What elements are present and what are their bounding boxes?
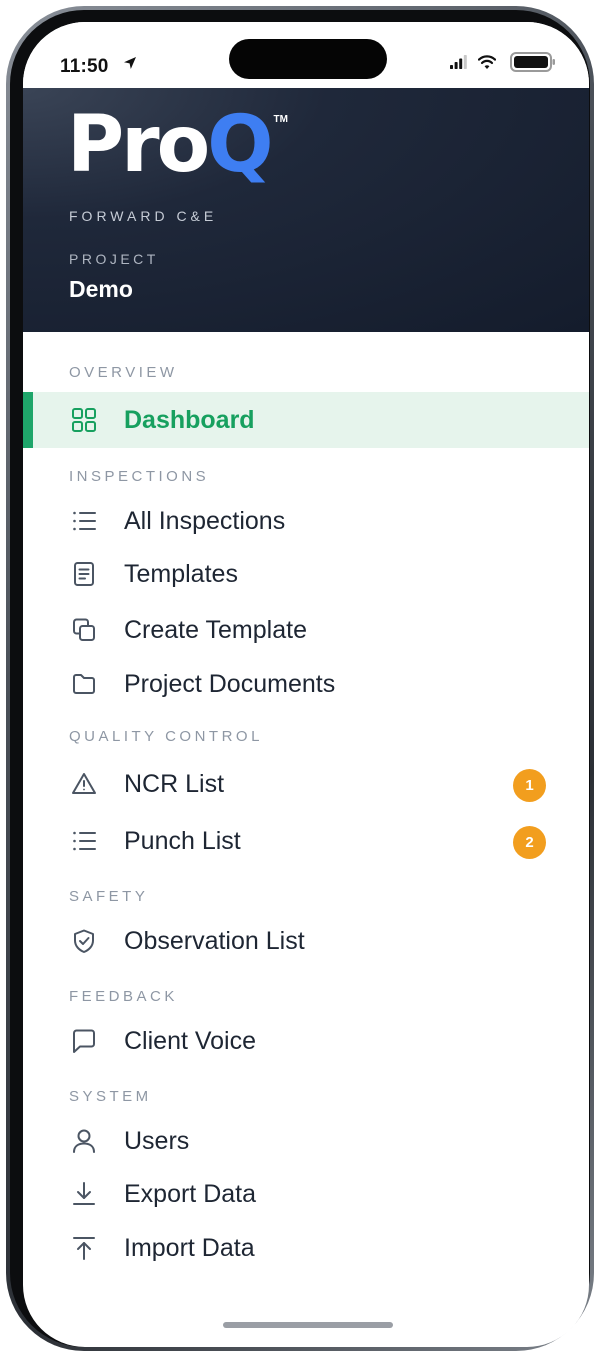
chat-bubble-icon	[73, 1029, 95, 1053]
nav-label-dashboard: Dashboard	[124, 406, 255, 434]
logo-trademark: TM	[273, 114, 288, 125]
section-safety: SAFETY	[69, 888, 149, 905]
nav-label-observation-list: Observation List	[124, 927, 305, 955]
nav-label-templates: Templates	[124, 560, 238, 588]
app-header: Pro Q TM FORWARD C&E PROJECT Demo	[23, 88, 589, 332]
nav-item-client-voice[interactable]: Client Voice	[23, 1013, 589, 1069]
nav-item-punch-list[interactable]: Punch List 2	[23, 813, 589, 869]
section-feedback: FEEDBACK	[69, 988, 178, 1005]
nav-item-project-documents[interactable]: Project Documents	[23, 656, 589, 712]
proq-logo: Pro Q TM	[67, 106, 288, 206]
location-arrow-icon	[124, 57, 136, 69]
section-quality-control: QUALITY CONTROL	[69, 728, 263, 745]
nav-item-ncr-list[interactable]: NCR List 1	[23, 756, 589, 812]
nav-item-all-inspections[interactable]: All Inspections	[23, 493, 589, 549]
nav-item-create-template[interactable]: Create Template	[23, 602, 589, 658]
status-bar: 11:50	[23, 22, 589, 88]
nav-label-client-voice: Client Voice	[124, 1027, 257, 1055]
copy-icon	[73, 618, 95, 641]
screen: 11:50 Pro Q TM FORWARD C&E PROJECT Demo …	[23, 22, 589, 1347]
list-icon	[73, 831, 96, 851]
nav-label-users: Users	[124, 1127, 190, 1155]
section-inspections: INSPECTIONS	[69, 468, 210, 485]
section-overview: OVERVIEW	[69, 364, 178, 381]
project-name[interactable]: Demo	[69, 276, 133, 303]
nav-label-create-template: Create Template	[124, 616, 307, 644]
ncr-count-badge: 1	[513, 769, 546, 802]
dynamic-island	[229, 39, 387, 79]
nav-label-project-documents: Project Documents	[124, 670, 336, 698]
nav-item-export-data[interactable]: Export Data	[23, 1166, 589, 1222]
list-icon	[73, 511, 96, 531]
nav-item-dashboard[interactable]: Dashboard	[23, 392, 589, 448]
nav-item-observation-list[interactable]: Observation List	[23, 913, 589, 969]
logo-text-pro: Pro	[67, 100, 210, 190]
nav-label-punch-list: Punch List	[124, 827, 241, 855]
user-icon	[73, 1129, 95, 1153]
nav-item-users[interactable]: Users	[23, 1113, 589, 1169]
phone-frame: 11:50 Pro Q TM FORWARD C&E PROJECT Demo …	[6, 6, 594, 1351]
battery-icon	[510, 52, 555, 72]
active-indicator	[23, 392, 33, 448]
folder-icon	[73, 674, 95, 694]
nav-label-all-inspections: All Inspections	[124, 507, 286, 535]
home-indicator[interactable]	[223, 1322, 393, 1328]
section-system: SYSTEM	[69, 1088, 152, 1105]
company-name: FORWARD C&E	[69, 208, 218, 224]
status-time: 11:50	[60, 56, 109, 77]
wifi-icon	[478, 55, 496, 69]
nav-item-import-data[interactable]: Import Data	[23, 1220, 589, 1276]
shield-check-icon	[74, 929, 94, 953]
project-label: PROJECT	[69, 251, 159, 267]
nav-label-import-data: Import Data	[124, 1234, 255, 1262]
nav-item-templates[interactable]: Templates	[23, 546, 589, 602]
nav-label-ncr-list: NCR List	[124, 770, 225, 798]
download-icon	[73, 1182, 95, 1205]
grid-icon	[72, 408, 96, 432]
signal-icon	[450, 55, 467, 69]
punch-count-badge: 2	[513, 826, 546, 859]
nav-label-export-data: Export Data	[124, 1180, 257, 1208]
upload-icon	[73, 1237, 95, 1260]
logo-text-q: Q	[207, 100, 273, 190]
warning-icon	[72, 773, 96, 794]
document-icon	[74, 562, 94, 586]
